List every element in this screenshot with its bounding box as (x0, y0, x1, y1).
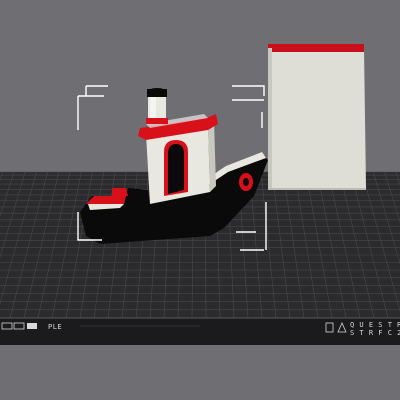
wipe-tower-top (268, 44, 364, 52)
bed-label-right: Q U E S T R (350, 321, 400, 329)
wipe-tower-body (268, 48, 366, 188)
bed-label-right-sub: S T R F C 2 (350, 329, 400, 337)
3d-viewport[interactable]: PLE Q U E S T R S T R F C 2 (0, 0, 400, 400)
scene-canvas[interactable]: PLE Q U E S T R S T R F C 2 (0, 0, 400, 400)
wipe-tower[interactable] (268, 44, 366, 190)
cabin-door (168, 144, 184, 194)
bed-label-left: PLE (48, 323, 62, 331)
